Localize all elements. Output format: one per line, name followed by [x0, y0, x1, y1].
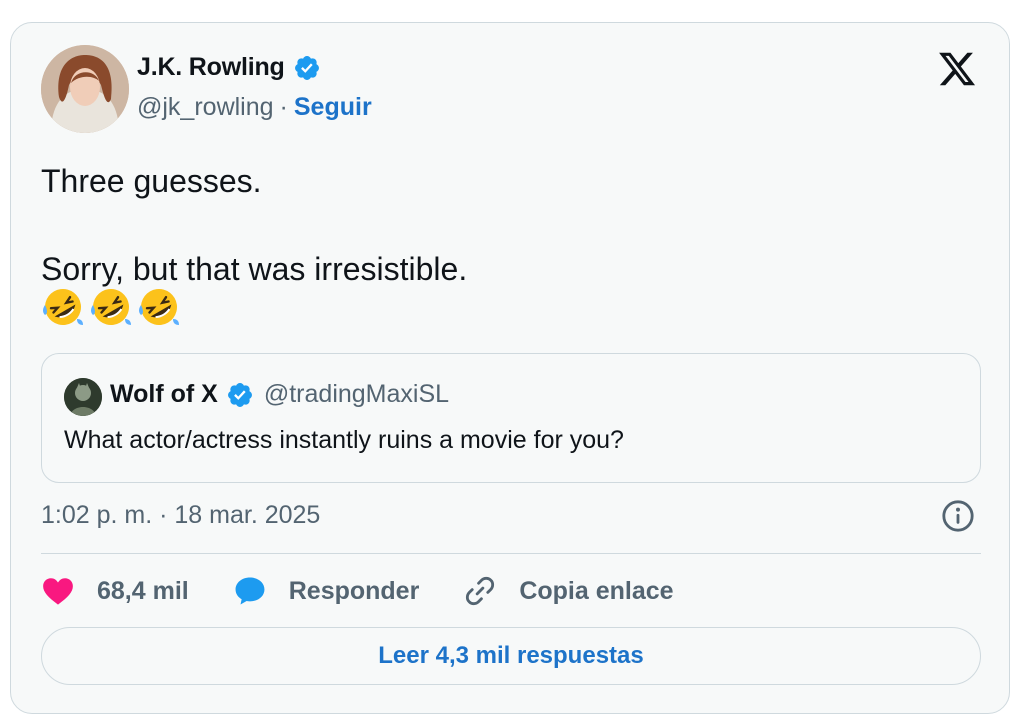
heart-icon: [43, 578, 73, 605]
separator-dot: ·: [279, 93, 288, 121]
quoted-author-handle: @tradingMaxiSL: [263, 380, 450, 408]
copy-link-label: Copia enlace: [519, 576, 674, 605]
x-logo-icon[interactable]: [937, 49, 977, 89]
quoted-author-photo: [64, 378, 102, 416]
read-replies-button[interactable]: Leer 4,3 mil respuestas: [41, 627, 981, 685]
tweet-embed-card: J.K. Rowling @jk_rowling · Seguir Three …: [10, 22, 1010, 714]
speech-bubble-icon: [235, 577, 265, 605]
quoted-tweet-text: What actor/actress instantly ruins a mov…: [64, 426, 624, 454]
link-icon: [466, 576, 495, 606]
rolling-on-floor-laughing-icon: [43, 289, 83, 325]
copy-link-button[interactable]: Copia enlace: [463, 574, 674, 608]
like-count: 68,4 mil: [97, 576, 189, 605]
author-name-row: J.K. Rowling: [137, 53, 321, 82]
quoted-tweet[interactable]: Wolf of X @tradingMaxiSL What actor/actr…: [41, 353, 981, 483]
quoted-author-avatar: [64, 378, 102, 416]
tweet-text-line: Three guesses.: [41, 163, 262, 199]
author-handle-row: @jk_rowling · Seguir: [137, 93, 372, 122]
author-handle[interactable]: @jk_rowling: [137, 93, 274, 122]
author-photo: [41, 45, 129, 133]
action-bar: 68,4 mil Responder Copia enlace: [41, 571, 718, 611]
tweet-timestamp[interactable]: 1:02 p. m. · 18 mar. 2025: [41, 501, 320, 530]
reply-label: Responder: [288, 576, 420, 605]
quoted-author-row: Wolf of X @tradingMaxiSL: [110, 380, 449, 409]
info-icon[interactable]: [941, 499, 975, 533]
emoji-row: [41, 285, 181, 329]
author-display-name[interactable]: J.K. Rowling: [137, 53, 285, 82]
reply-button[interactable]: Responder: [233, 574, 420, 608]
verified-badge-icon: [227, 382, 252, 407]
rolling-on-floor-laughing-icon: [139, 289, 179, 325]
verified-badge-icon: [294, 55, 319, 80]
read-replies-label: Leer 4,3 mil respuestas: [378, 642, 644, 669]
tweet-text: Three guesses. Sorry, but that was irres…: [41, 159, 467, 291]
divider: [41, 553, 981, 554]
author-avatar[interactable]: [41, 45, 129, 133]
follow-button[interactable]: Seguir: [294, 93, 372, 122]
like-button[interactable]: 68,4 mil: [41, 574, 189, 608]
rolling-on-floor-laughing-icon: [91, 289, 131, 325]
quoted-author-name: Wolf of X: [110, 380, 218, 408]
